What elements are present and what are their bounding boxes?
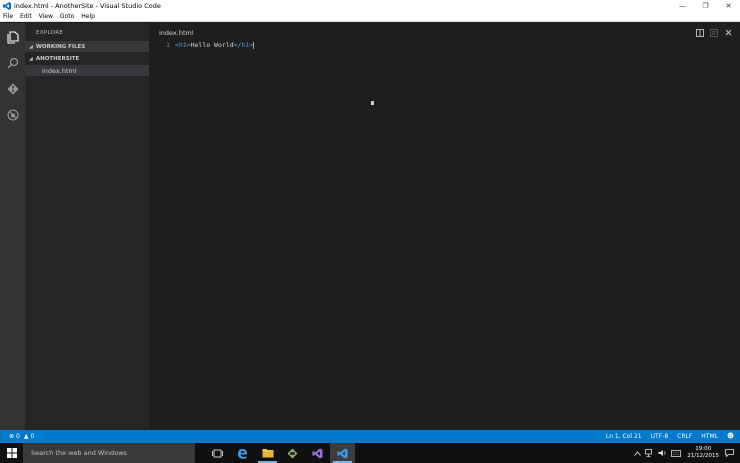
network-icon[interactable]	[645, 449, 654, 457]
windows-start-icon[interactable]	[0, 443, 23, 463]
open-tag: <h1>	[174, 41, 191, 49]
cursor-position[interactable]: Ln 1, Col 21	[606, 433, 642, 440]
code-line[interactable]: 1 <h1>Hello World</h1>	[166, 41, 255, 49]
warnings-count[interactable]: 0	[30, 433, 34, 440]
close-editor-icon[interactable]	[721, 28, 735, 37]
restore-button[interactable]: ❐	[694, 0, 717, 12]
edge-icon[interactable]	[230, 443, 255, 463]
errors-count[interactable]: 0	[16, 433, 20, 440]
task-view-icon[interactable]	[205, 443, 230, 463]
line-number: 1	[166, 41, 170, 49]
search-icon[interactable]	[0, 52, 25, 74]
language-mode[interactable]: HTML	[701, 433, 718, 440]
expand-triangle-icon: ◢	[29, 43, 33, 50]
feedback-smiley-icon[interactable]	[727, 432, 734, 441]
editor-area[interactable]: index.html 1 <h1>Hello World</h1>	[149, 23, 740, 430]
expand-triangle-icon: ◢	[29, 55, 33, 62]
explorer-sidebar: EXPLORE ◢ WORKING FILES ◢ ANOTHERSITE in…	[25, 23, 149, 430]
warnings-icon[interactable]: ▲	[24, 433, 29, 440]
mouse-pointer	[371, 101, 374, 105]
menu-file[interactable]: File	[3, 13, 13, 20]
menu-edit[interactable]: Edit	[20, 13, 32, 20]
menu-help[interactable]: Help	[81, 13, 95, 20]
preview-icon[interactable]	[707, 28, 721, 37]
text-cursor	[253, 41, 255, 49]
file-label: index.html	[42, 66, 77, 75]
action-center-icon[interactable]	[725, 449, 734, 457]
section-working-files[interactable]: ◢ WORKING FILES	[25, 41, 149, 52]
visual-studio-icon[interactable]	[305, 443, 330, 463]
minimize-button[interactable]: —	[671, 0, 694, 12]
taskbar-clock[interactable]: 19:00 21/12/2015	[687, 446, 719, 460]
menu-goto[interactable]: Goto	[60, 13, 74, 20]
clock-time: 19:00	[695, 446, 712, 452]
section-label: ANOTHERSITE	[35, 55, 80, 62]
file-item-index-html[interactable]: index.html	[25, 65, 149, 76]
close-button[interactable]: ✕	[717, 0, 740, 12]
split-editor-icon[interactable]	[693, 28, 707, 37]
title-bar: index.html - AnotherSite - Visual Studio…	[0, 0, 740, 12]
code-text: Hello World	[190, 41, 234, 49]
line-ending[interactable]: CRLF	[677, 433, 692, 440]
menu-bar: File Edit View Goto Help	[0, 12, 740, 22]
clock-date: 21/12/2015	[687, 453, 719, 459]
window-title: index.html - AnotherSite - Visual Studio…	[14, 2, 161, 10]
sidebar-title: EXPLORE	[36, 30, 64, 36]
vscode-app-icon	[2, 2, 11, 11]
debug-icon[interactable]	[0, 104, 25, 126]
git-icon[interactable]	[0, 78, 25, 100]
menu-view[interactable]: View	[39, 13, 53, 20]
errors-icon[interactable]: ⊗	[9, 433, 14, 440]
taskbar-search-box[interactable]: Search the web and Windows	[23, 443, 195, 463]
file-explorer-icon[interactable]	[255, 443, 280, 463]
volume-icon[interactable]	[658, 449, 667, 457]
encoding[interactable]: UTF-8	[651, 433, 669, 440]
git-bash-icon[interactable]	[280, 443, 305, 463]
show-hidden-icons-chevron-icon[interactable]	[634, 450, 642, 456]
close-tag: </h1>	[233, 41, 254, 49]
vscode-icon[interactable]	[330, 443, 355, 463]
status-bar: ⊗ 0 ▲ 0 Ln 1, Col 21 UTF-8 CRLF HTML	[0, 430, 740, 443]
activity-bar	[0, 23, 25, 430]
windows-taskbar: Search the web and Windows 19:00 21/12/2…	[0, 443, 740, 463]
editor-tab-title[interactable]: index.html	[159, 29, 194, 37]
section-label: WORKING FILES	[35, 43, 86, 50]
explorer-icon[interactable]	[0, 26, 25, 48]
section-anothersite[interactable]: ◢ ANOTHERSITE	[25, 53, 149, 64]
keyboard-icon[interactable]	[671, 449, 682, 457]
